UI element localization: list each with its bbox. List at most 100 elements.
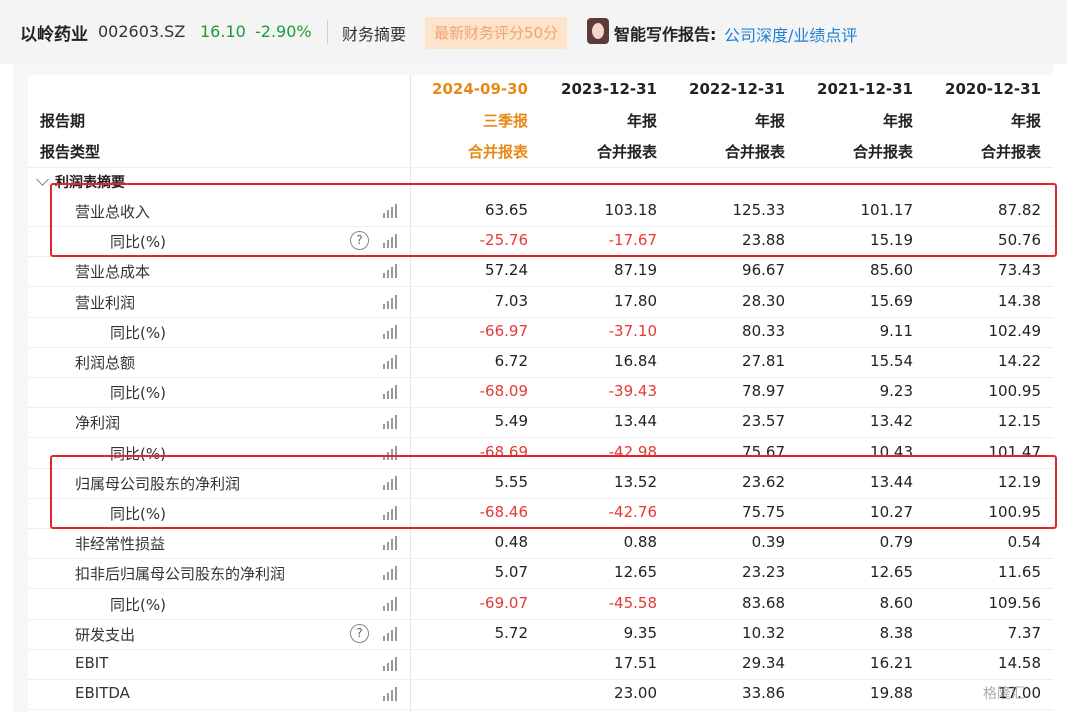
table-row: 同比(%) -69.07 -45.58 83.68 8.60 109.56 [28, 589, 1053, 619]
column-type: 合并报表 [596, 143, 657, 161]
table-cell: 13.42 [870, 412, 913, 430]
company-name: 以岭药业 [20, 25, 88, 45]
table-cell: 5.72 [494, 624, 528, 642]
row-label: 营业总成本 [75, 263, 151, 281]
table-cell: 85.60 [870, 261, 913, 279]
table-cell: 23.57 [742, 412, 785, 430]
table-row: 营业利润 7.03 17.80 28.30 15.69 14.38 [28, 287, 1053, 317]
stock-code: 002603.SZ [98, 22, 186, 41]
table-cell: 87.19 [614, 261, 657, 279]
financial-summary-link[interactable]: 财务摘要 [342, 21, 406, 45]
table-cell: 16.21 [870, 654, 913, 672]
table-row: 非经常性损益 0.48 0.88 0.39 0.79 0.54 [28, 528, 1053, 558]
bar-chart-icon[interactable] [383, 355, 397, 369]
table-cell: 14.22 [998, 352, 1041, 370]
table-cell: 109.56 [988, 594, 1042, 612]
row-label: 扣非后归属母公司股东的净利润 [75, 565, 286, 583]
table-cell: 0.39 [751, 533, 785, 551]
row-label: 同比(%) [110, 384, 166, 402]
column-period: 年报 [1010, 112, 1041, 130]
table-cell: 80.33 [742, 322, 785, 340]
bar-chart-icon[interactable] [383, 536, 397, 550]
table-cell: -37.10 [608, 322, 657, 340]
table-cell: 16.84 [614, 352, 657, 370]
table-row: 同比(%) -68.09 -39.43 78.97 9.23 100.95 [28, 377, 1053, 407]
row-label: 同比(%) [110, 596, 166, 614]
bar-chart-icon[interactable] [383, 657, 397, 671]
table-cell: 7.03 [494, 292, 528, 310]
header-divider [28, 167, 1053, 168]
table-cell: 6.72 [494, 352, 528, 370]
watermark: 格隆汇 [983, 686, 1025, 702]
column-period: 年报 [882, 112, 913, 130]
table-cell: 29.34 [742, 654, 785, 672]
table-cell: 23.00 [614, 684, 657, 702]
table-row: 扣非后归属母公司股东的净利润 5.07 12.65 23.23 12.65 11.65 [28, 558, 1053, 588]
table-cell: 13.44 [614, 412, 657, 430]
table-cell: 96.67 [742, 261, 785, 279]
row-label: EBIT [75, 654, 109, 672]
column-date: 2020-12-31 [945, 80, 1041, 98]
table-row: 利润总额 6.72 16.84 27.81 15.54 14.22 [28, 347, 1053, 377]
financial-score-badge[interactable]: 最新财务评分50分 [425, 17, 567, 49]
table-cell: 9.23 [879, 382, 913, 400]
table-row: 营业总成本 57.24 87.19 96.67 85.60 73.43 [28, 256, 1053, 286]
table-cell: -39.43 [608, 382, 657, 400]
table-cell: -69.07 [479, 594, 528, 612]
table-cell: 7.37 [1007, 624, 1041, 642]
ai-report-links[interactable]: 公司深度/业绩点评 [724, 22, 857, 46]
bar-chart-icon[interactable] [383, 687, 397, 701]
table-cell: 9.35 [623, 624, 657, 642]
highlight-box [50, 183, 1057, 257]
bar-chart-icon[interactable] [383, 264, 397, 278]
column-date: 2024-09-30 [432, 80, 528, 98]
divider [327, 20, 328, 44]
table-cell: 19.88 [870, 684, 913, 702]
table-cell: 57.24 [485, 261, 528, 279]
table-cell: 12.65 [614, 563, 657, 581]
table-cell: 33.86 [742, 684, 785, 702]
ai-avatar-icon [587, 18, 609, 44]
table-row: 研发支出? 5.72 9.35 10.32 8.38 7.37 [28, 619, 1053, 649]
table-cell: 83.68 [742, 594, 785, 612]
row-label: EBITDA [75, 684, 130, 702]
header-row-label: 报告期 [40, 112, 86, 130]
bar-chart-icon[interactable] [383, 415, 397, 429]
table-cell: 73.43 [998, 261, 1041, 279]
column-date: 2023-12-31 [561, 80, 657, 98]
question-circle-icon[interactable]: ? [350, 624, 369, 643]
column-period: 三季报 [482, 112, 528, 130]
table-cell: 17.80 [614, 292, 657, 310]
bar-chart-icon[interactable] [383, 325, 397, 339]
table-cell: 28.30 [742, 292, 785, 310]
table-row: EBITDA 23.00 33.86 19.88 17.00 [28, 679, 1053, 709]
bar-chart-icon[interactable] [383, 385, 397, 399]
column-type: 合并报表 [467, 143, 528, 161]
table-cell: 5.07 [494, 563, 528, 581]
table-row: 同比(%) -66.97 -37.10 80.33 9.11 102.49 [28, 317, 1053, 347]
row-label: 净利润 [75, 414, 121, 432]
column-period: 年报 [754, 112, 785, 130]
bar-chart-icon[interactable] [383, 627, 397, 641]
chevron-down-icon[interactable] [36, 173, 49, 186]
header-row-label: 报告类型 [40, 143, 101, 161]
table-cell: 14.38 [998, 292, 1041, 310]
table-cell: -66.97 [479, 322, 528, 340]
column-type: 合并报表 [852, 143, 913, 161]
table-row: 净利润 5.49 13.44 23.57 13.42 12.15 [28, 407, 1053, 437]
column-type: 合并报表 [724, 143, 785, 161]
table-cell: 0.48 [494, 533, 528, 551]
table-cell: 11.65 [998, 563, 1041, 581]
table-cell: 15.69 [870, 292, 913, 310]
bar-chart-icon[interactable] [383, 566, 397, 580]
bar-chart-icon[interactable] [383, 295, 397, 309]
bar-chart-icon[interactable] [383, 597, 397, 611]
highlight-box [50, 455, 1057, 529]
table-cell: -68.09 [479, 382, 528, 400]
table-cell: 102.49 [988, 322, 1042, 340]
table-cell: -45.58 [608, 594, 657, 612]
price-change: -2.90% [255, 22, 312, 41]
table-cell: 12.15 [998, 412, 1041, 430]
table-cell: 0.79 [879, 533, 913, 551]
table-cell: 8.60 [879, 594, 913, 612]
